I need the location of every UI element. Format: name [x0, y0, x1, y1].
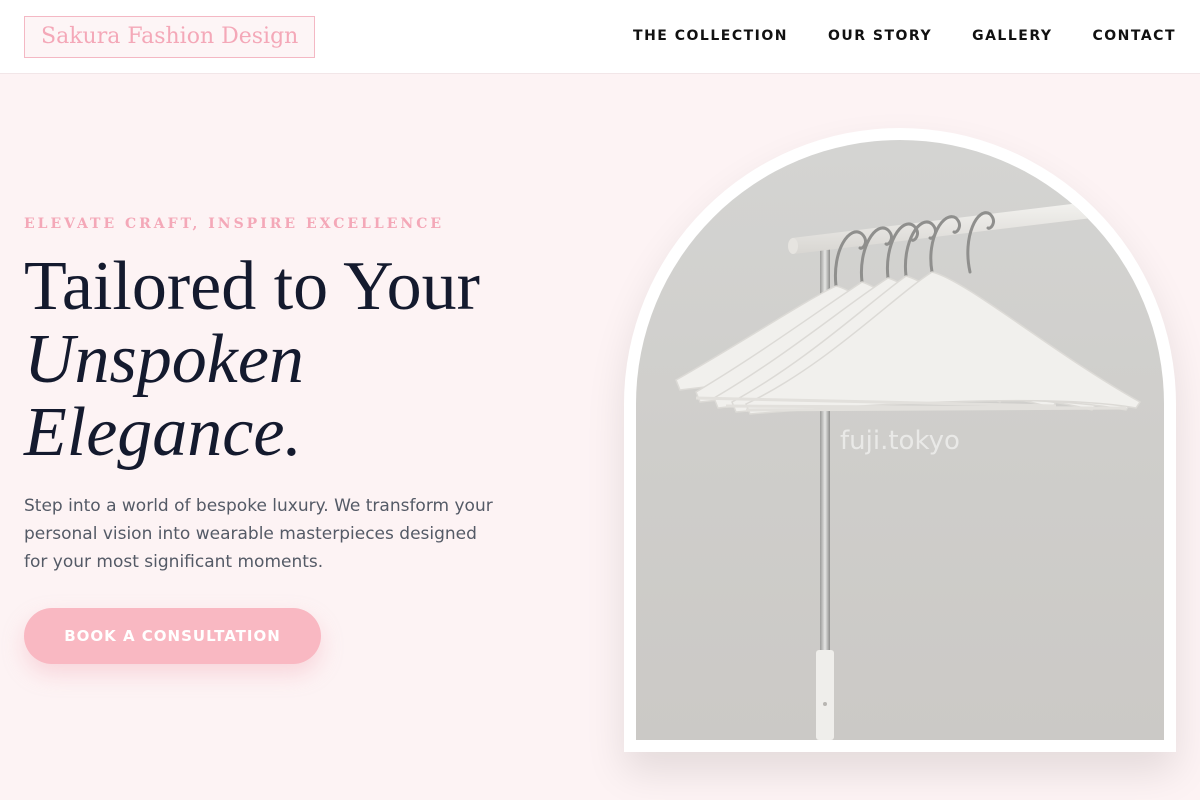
- headline-line-3: Elegance.: [24, 394, 302, 471]
- headline-line-1: Tailored to Your: [24, 248, 480, 325]
- headline-line-2: Unspoken: [24, 321, 304, 398]
- nav-link-contact[interactable]: CONTACT: [1092, 26, 1176, 46]
- hero-image-frame: fuji.tokyo: [624, 128, 1176, 752]
- nav-link-collection[interactable]: THE COLLECTION: [633, 26, 788, 46]
- brand-logo[interactable]: Sakura Fashion Design: [24, 16, 316, 58]
- clothes-rack-image: fuji.tokyo: [636, 140, 1164, 740]
- site-header: Sakura Fashion Design THE COLLECTION OUR…: [0, 0, 1200, 74]
- main-nav: THE COLLECTION OUR STORY GALLERY CONTACT: [633, 26, 1176, 46]
- hero-eyebrow: ELEVATE CRAFT, INSPIRE EXCELLENCE: [24, 216, 445, 232]
- nav-link-gallery[interactable]: GALLERY: [972, 26, 1052, 46]
- hero-headline: Tailored to Your Unspoken Elegance.: [24, 250, 584, 469]
- nav-link-our-story[interactable]: OUR STORY: [828, 26, 932, 46]
- hero-lead-text: Step into a world of bespoke luxury. We …: [24, 496, 493, 572]
- image-watermark: fuji.tokyo: [840, 426, 960, 456]
- book-consultation-button[interactable]: BOOK A CONSULTATION: [24, 608, 321, 664]
